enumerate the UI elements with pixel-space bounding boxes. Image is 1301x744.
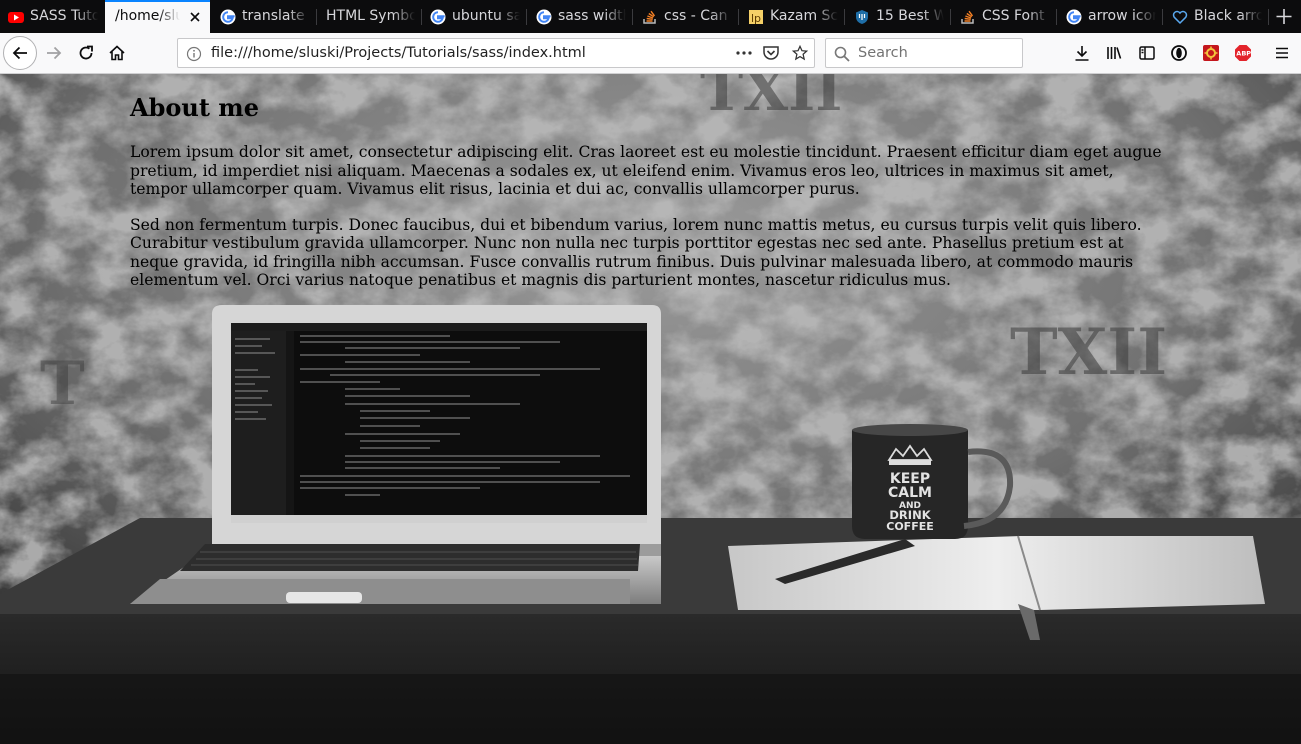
google-icon: [430, 9, 446, 25]
tab-title: Kazam Screencaster: [770, 8, 838, 24]
tab-css-font[interactable]: CSS Font: [952, 0, 1056, 33]
svg-text:T: T: [40, 349, 85, 419]
extension-red-button[interactable]: [1195, 37, 1227, 69]
launchpad-icon: lp: [749, 10, 763, 25]
tab-local-file[interactable]: /home/sluski/Projects/Tutorials/sass/ind…: [105, 0, 210, 33]
tab-css-can-i[interactable]: css - Can I: [634, 0, 738, 33]
search-icon: [834, 46, 850, 62]
tab-title: HTML Symbols: [326, 8, 415, 24]
google-icon: [220, 9, 236, 25]
about-section: About me Lorem ipsum dolor sit amet, con…: [130, 92, 1165, 307]
tab-15-best[interactable]: 15 Best Websites: [846, 0, 950, 33]
bookmark-star-icon[interactable]: [791, 45, 809, 61]
home-button[interactable]: [101, 37, 133, 69]
reload-icon: [79, 45, 93, 60]
extension-gear-icon: [1203, 45, 1219, 61]
mug-text-calm: CALM: [888, 485, 932, 501]
back-button[interactable]: [3, 36, 37, 70]
tab-title: SASS Tutorial: [30, 8, 98, 24]
hamburger-menu-icon: [1276, 47, 1288, 59]
downloads-button[interactable]: [1066, 37, 1098, 69]
tab-arrow-icon[interactable]: arrow icon: [1058, 0, 1162, 33]
arrow-right-icon: [47, 46, 62, 60]
google-icon: [536, 9, 552, 25]
tab-title: /home/sluski/Projects/Tutorials/sass/ind…: [115, 8, 180, 24]
arrow-left-icon: [12, 46, 27, 60]
forward-button[interactable]: [38, 37, 70, 69]
new-tab-button[interactable]: [1267, 0, 1301, 33]
svg-text:lp: lp: [751, 12, 761, 25]
opera-extension-button[interactable]: [1163, 37, 1195, 69]
youtube-icon: [8, 12, 24, 23]
tab-title: css - Can I: [664, 8, 732, 24]
paragraph-1: Lorem ipsum dolor sit amet, consectetur …: [130, 143, 1162, 198]
tab-title: ubuntu sass: [452, 8, 520, 24]
google-icon: [1066, 9, 1082, 25]
heart-icon: [1172, 10, 1188, 25]
page-heading: About me: [130, 93, 259, 122]
library-button[interactable]: [1098, 37, 1130, 69]
paragraph-2: Sed non fermentum turpis. Donec faucibus…: [130, 215, 1142, 290]
tab-title: CSS Font: [982, 8, 1050, 24]
pocket-icon[interactable]: [762, 45, 780, 61]
adblock-plus-icon: ABP: [1235, 45, 1251, 61]
tab-sass-tutorial[interactable]: SASS Tutorial: [0, 0, 104, 33]
tab-ubuntu-sass[interactable]: ubuntu sass: [422, 0, 526, 33]
url-bar[interactable]: file:///home/sluski/Projects/Tutorials/s…: [177, 38, 815, 68]
stackoverflow-icon: [643, 10, 656, 24]
extension-o-icon: [1171, 45, 1187, 61]
search-placeholder: Search: [858, 45, 908, 61]
page-actions-icon[interactable]: [735, 45, 753, 61]
page-viewport: TXII TXII T KEEP CALM AND DRINK COFFEE A…: [0, 74, 1301, 744]
tab-black-arrow[interactable]: Black arrow: [1164, 0, 1268, 33]
mug-text-coffee: COFFEE: [886, 520, 933, 533]
tab-title: translate: [242, 8, 310, 24]
sidebar-icon: [1139, 46, 1155, 60]
adblock-plus-button[interactable]: ABP: [1227, 37, 1259, 69]
stackoverflow-icon: [961, 10, 974, 24]
library-icon: [1107, 47, 1122, 59]
tab-html-symbols[interactable]: HTML Symbols: [317, 0, 421, 33]
home-icon: [109, 45, 125, 61]
search-bar[interactable]: Search: [825, 38, 1023, 68]
info-icon[interactable]: [186, 46, 202, 62]
download-icon: [1075, 46, 1089, 61]
tab-sass-width[interactable]: sass width: [528, 0, 632, 33]
tab-translate[interactable]: translate: [212, 0, 316, 33]
sidebar-button[interactable]: [1131, 37, 1163, 69]
tab-title: Black arrow: [1194, 8, 1262, 24]
tab-kazam[interactable]: lp Kazam Screencaster: [740, 0, 844, 33]
tab-strip: SASS Tutorial /home/sluski/Projects/Tuto…: [0, 0, 1301, 33]
menu-button[interactable]: [1266, 37, 1298, 69]
svg-text:ABP: ABP: [1236, 50, 1251, 58]
tab-title: 15 Best Websites: [876, 8, 944, 24]
wall-carving-right: TXII: [1010, 315, 1167, 390]
tab-title: sass width: [558, 8, 626, 24]
reload-button[interactable]: [70, 37, 102, 69]
navigation-toolbar: file:///home/sluski/Projects/Tutorials/s…: [0, 33, 1301, 74]
tab-title: arrow icon: [1088, 8, 1156, 24]
url-text[interactable]: file:///home/sluski/Projects/Tutorials/s…: [211, 45, 586, 61]
close-icon[interactable]: [188, 10, 202, 24]
shield-icon: [856, 10, 868, 24]
